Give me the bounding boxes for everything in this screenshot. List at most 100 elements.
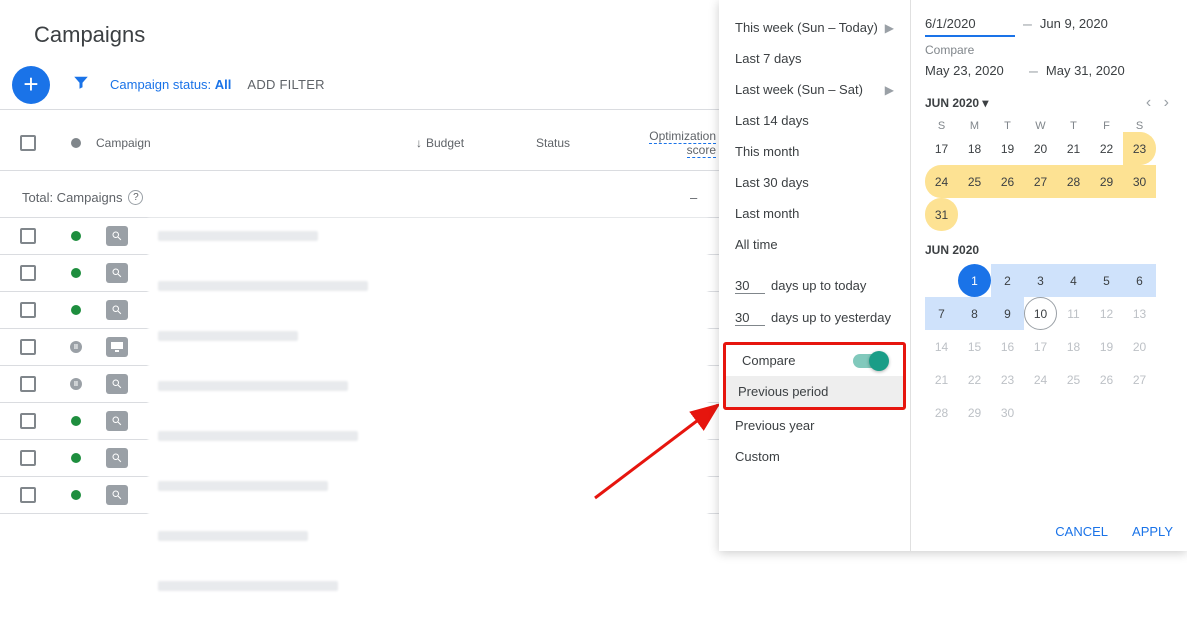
calendar-day[interactable]: 1: [958, 264, 991, 297]
calendar-day[interactable]: 16: [991, 330, 1024, 363]
calendar-day[interactable]: 19: [991, 132, 1024, 165]
status-header[interactable]: Status: [536, 136, 620, 150]
calendar-day[interactable]: 15: [958, 330, 991, 363]
calendar-day[interactable]: 9: [991, 297, 1024, 330]
select-all-checkbox[interactable]: [20, 135, 36, 151]
calendar-day[interactable]: 6: [1123, 264, 1156, 297]
cancel-button[interactable]: CANCEL: [1055, 524, 1108, 539]
calendar-day[interactable]: 25: [1057, 363, 1090, 396]
calendar-day[interactable]: 27: [1024, 165, 1057, 198]
calendar-day[interactable]: 17: [925, 132, 958, 165]
calendar-day[interactable]: 24: [925, 165, 958, 198]
preset-last-7[interactable]: Last 7 days: [719, 43, 910, 74]
budget-header-label: Budget: [426, 136, 464, 150]
calendar-day[interactable]: 28: [1057, 165, 1090, 198]
row-checkbox[interactable]: [20, 376, 36, 392]
preset-all-time[interactable]: All time: [719, 229, 910, 260]
campaign-header[interactable]: Campaign: [96, 136, 416, 150]
calendar-day[interactable]: 2: [991, 264, 1024, 297]
compare-label: Compare: [742, 353, 795, 368]
weekday-label: S: [925, 120, 958, 132]
calendar-day[interactable]: 14: [925, 330, 958, 363]
caret-down-icon: ▾: [982, 96, 988, 110]
calendar-day[interactable]: 4: [1057, 264, 1090, 297]
status-enabled-icon: [71, 231, 81, 241]
budget-header[interactable]: ↓ Budget: [416, 136, 536, 150]
status-filter-pill[interactable]: Campaign status: All: [110, 77, 231, 92]
calendar-day[interactable]: 5: [1090, 264, 1123, 297]
row-checkbox[interactable]: [20, 265, 36, 281]
calendar-day[interactable]: 29: [958, 396, 991, 429]
preset-previous-period[interactable]: Previous period: [726, 376, 903, 407]
calendar-day[interactable]: 23: [991, 363, 1024, 396]
row-checkbox[interactable]: [20, 339, 36, 355]
calendar-day[interactable]: 22: [958, 363, 991, 396]
calendar-day[interactable]: 10: [1024, 297, 1057, 330]
calendar-day[interactable]: 22: [1090, 132, 1123, 165]
calendar-day[interactable]: 11: [1057, 297, 1090, 330]
preset-previous-year[interactable]: Previous year: [719, 410, 910, 441]
calendar-day[interactable]: 27: [1123, 363, 1156, 396]
calendar-day[interactable]: 30: [1123, 165, 1156, 198]
calendar-day[interactable]: 24: [1024, 363, 1057, 396]
calendar-day[interactable]: 7: [925, 297, 958, 330]
row-checkbox[interactable]: [20, 450, 36, 466]
compare-from-input[interactable]: [925, 59, 1021, 84]
month-picker[interactable]: JUN 2020 ▾: [925, 96, 988, 110]
month-label: JUN 2020: [925, 243, 1156, 264]
date-from-input[interactable]: [925, 12, 1015, 37]
preset-this-week[interactable]: This week (Sun – Today)▶: [719, 12, 910, 43]
calendar-day[interactable]: 8: [958, 297, 991, 330]
preset-last-month[interactable]: Last month: [719, 198, 910, 229]
blurred-content: [148, 218, 708, 551]
preset-custom[interactable]: Custom: [719, 441, 910, 472]
add-filter-button[interactable]: ADD FILTER: [247, 77, 324, 92]
add-campaign-button[interactable]: +: [12, 66, 50, 104]
preset-last-30[interactable]: Last 30 days: [719, 167, 910, 198]
status-enabled-icon: [71, 490, 81, 500]
weekday-label: W: [1024, 120, 1057, 132]
preset-last-week[interactable]: Last week (Sun – Sat)▶: [719, 74, 910, 105]
calendar-day[interactable]: 19: [1090, 330, 1123, 363]
days-yesterday-input[interactable]: 30: [735, 310, 765, 326]
compare-toggle[interactable]: [853, 354, 887, 368]
calendar-day[interactable]: 18: [1057, 330, 1090, 363]
days-today-input[interactable]: 30: [735, 278, 765, 294]
calendar-day[interactable]: 23: [1123, 132, 1156, 165]
calendar-day[interactable]: 13: [1123, 297, 1156, 330]
prev-month-button[interactable]: ‹: [1142, 90, 1155, 115]
search-icon: [106, 300, 128, 320]
status-enabled-icon: [71, 268, 81, 278]
apply-button[interactable]: APPLY: [1132, 524, 1173, 539]
row-checkbox[interactable]: [20, 413, 36, 429]
calendar-day[interactable]: 30: [991, 396, 1024, 429]
optimization-header[interactable]: Optimization score: [620, 129, 716, 157]
calendar-day[interactable]: 3: [1024, 264, 1057, 297]
calendar-day[interactable]: 26: [991, 165, 1024, 198]
next-month-button[interactable]: ›: [1160, 90, 1173, 115]
compare-to-input[interactable]: [1046, 59, 1142, 84]
calendar-day[interactable]: 26: [1090, 363, 1123, 396]
weekday-label: M: [958, 120, 991, 132]
calendar-day[interactable]: 29: [1090, 165, 1123, 198]
preset-days-today[interactable]: 30days up to today: [719, 270, 910, 302]
calendar-day[interactable]: 18: [958, 132, 991, 165]
calendar-day[interactable]: 21: [925, 363, 958, 396]
filter-icon[interactable]: [72, 73, 90, 96]
row-checkbox[interactable]: [20, 228, 36, 244]
row-checkbox[interactable]: [20, 302, 36, 318]
row-checkbox[interactable]: [20, 487, 36, 503]
calendar-day[interactable]: 28: [925, 396, 958, 429]
date-to-input[interactable]: [1040, 12, 1130, 37]
calendar-day[interactable]: 20: [1123, 330, 1156, 363]
help-icon[interactable]: ?: [128, 190, 143, 205]
calendar-day[interactable]: 20: [1024, 132, 1057, 165]
preset-this-month[interactable]: This month: [719, 136, 910, 167]
calendar-day[interactable]: 25: [958, 165, 991, 198]
preset-days-yesterday[interactable]: 30days up to yesterday: [719, 302, 910, 334]
calendar-day[interactable]: 12: [1090, 297, 1123, 330]
calendar-day[interactable]: 21: [1057, 132, 1090, 165]
calendar-day[interactable]: 17: [1024, 330, 1057, 363]
preset-last-14[interactable]: Last 14 days: [719, 105, 910, 136]
calendar-day[interactable]: 31: [925, 198, 958, 231]
